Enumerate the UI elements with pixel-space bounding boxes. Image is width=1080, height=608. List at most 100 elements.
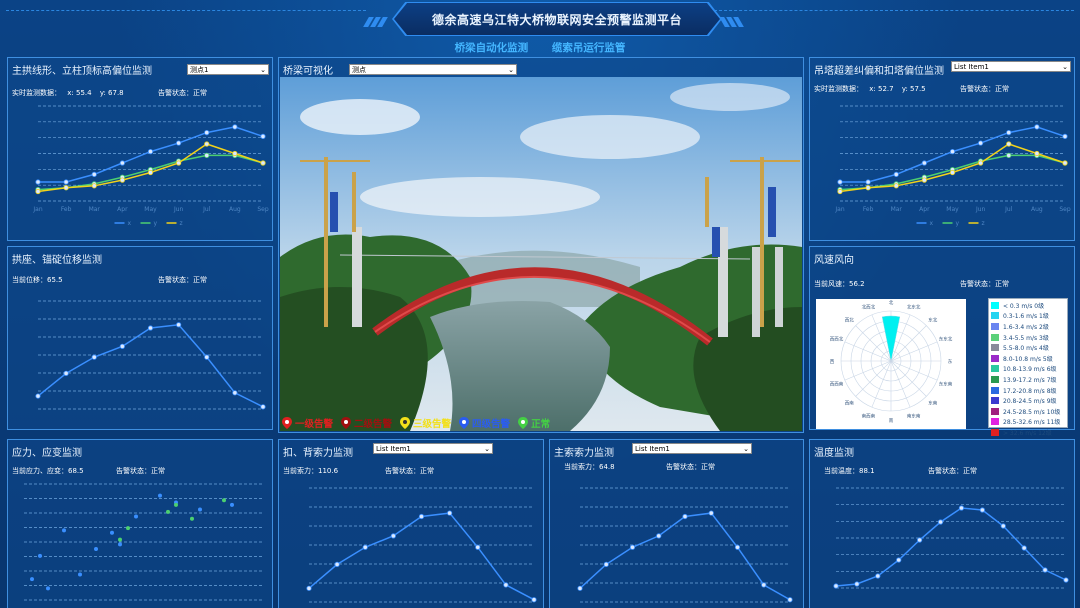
wind-legend-item[interactable]: 10.8-13.9 m/s 6级 [991, 364, 1065, 375]
alarm-status: 告警状态：正常 [666, 462, 715, 472]
data-point [1042, 567, 1048, 573]
current-label: 当前温度： [824, 467, 859, 475]
bridge-3d-view[interactable] [280, 77, 802, 431]
series-line [835, 507, 1067, 587]
select-value: 测点 [352, 66, 366, 74]
panel-backcable: 扣、背索力监测 List Item1 ⌄ 当前索力：110.6 告警状态：正常 [278, 439, 544, 608]
select-value: List Item1 [635, 445, 670, 453]
panel-title: 扣、背索力监测 [283, 448, 353, 459]
alarm-legend: 一级告警 二级告警 三级告警 四级告警 正常 [282, 416, 558, 430]
x-label: x: [67, 89, 74, 97]
direction-label: 东北 [928, 316, 937, 323]
wind-legend-item[interactable]: 28.5-32.6 m/s 11级 [991, 417, 1065, 428]
legend-label: < 0.3 m/s 0级 [1003, 302, 1045, 310]
data-point [949, 169, 956, 176]
scatter-point [78, 572, 82, 577]
wind-legend-item[interactable]: 3.4-5.5 m/s 3级 [991, 332, 1065, 343]
data-point [390, 533, 396, 539]
data-point [837, 179, 843, 185]
data-point [937, 519, 944, 525]
current-label: 当前位移： [12, 276, 47, 284]
data-point [1006, 152, 1012, 159]
legend-label: 1.6-3.4 m/s 2级 [1003, 323, 1049, 331]
current-data: 当前风速：56.2 [814, 279, 865, 289]
scatter-point [46, 586, 50, 591]
data-point [232, 124, 238, 130]
wind-legend-item[interactable]: 13.9-17.2 m/s 7级 [991, 374, 1065, 385]
data-point [232, 150, 238, 157]
realtime-data: 实时监测数据： x: 55.4 y: 67.8 [12, 88, 124, 98]
data-point [306, 585, 312, 591]
chevron-down-icon: ⌄ [1062, 63, 1068, 71]
map-pin-icon [400, 417, 411, 429]
point-select[interactable]: List Item1 ⌄ [632, 443, 752, 454]
x-tick-label: Sep [1059, 206, 1071, 213]
x-tick-label: Jul [202, 206, 211, 213]
scatter-point [118, 542, 122, 547]
header: 德余高速乌江特大桥物联网安全预警监测平台 桥梁自动化监测 缆索吊运行监管 [0, 0, 1080, 56]
alarm-status: 告警状态：正常 [960, 279, 1009, 289]
wind-legend-item[interactable]: 0.3-1.6 m/s 1级 [991, 311, 1065, 322]
data-point [204, 152, 210, 159]
panel-anchor: 拱座、锚碇位移监测 当前位移：65.5 告警状态：正常 [7, 246, 273, 430]
wind-legend-item[interactable]: < 0.3 m/s 0级 [991, 300, 1065, 311]
alarm-status: 告警状态：正常 [158, 88, 207, 98]
alarm-level-4[interactable]: 四级告警 [459, 416, 510, 430]
x-tick-label: Apr [117, 206, 128, 213]
x-tick-label: Jun [173, 206, 184, 213]
decoration-chevrons-left [363, 12, 392, 27]
alarm-label: 告警状态： [928, 467, 963, 475]
legend-swatch [991, 301, 999, 309]
data-point [917, 537, 923, 543]
wind-legend-item[interactable]: 17.2-20.8 m/s 8级 [991, 385, 1065, 396]
tower-line-chart: Jan Feb Mar Apr May Jun Jul Aug Sep x y z [834, 105, 1071, 227]
alarm-normal[interactable]: 正常 [518, 416, 550, 430]
wind-legend-item[interactable]: > 32.6 m/s 12级 [991, 427, 1065, 438]
alarm-value: 正常 [193, 276, 207, 284]
main-nav: 桥梁自动化监测 缆索吊运行监管 [0, 40, 1080, 55]
data-point [91, 171, 97, 178]
current-data: 当前应力、应变：68.5 [12, 466, 84, 476]
data-point [921, 177, 927, 183]
data-point [260, 404, 266, 410]
point-select[interactable]: 测点1 ⌄ [187, 64, 269, 75]
data-point [63, 185, 69, 191]
data-point [204, 354, 210, 360]
nav-cable-crane[interactable]: 缆索吊运行监管 [552, 42, 626, 54]
direction-spoke [890, 360, 927, 397]
y-label: y: [99, 89, 106, 97]
alarm-level-2[interactable]: 二级告警 [341, 416, 392, 430]
legend-label: x [930, 220, 934, 227]
alarm-label: 四级告警 [472, 419, 511, 430]
wind-legend-item[interactable]: 8.0-10.8 m/s 5级 [991, 353, 1065, 364]
wind-legend-item[interactable]: 1.6-3.4 m/s 2级 [991, 321, 1065, 332]
wind-legend-item[interactable]: 20.8-24.5 m/s 9级 [991, 395, 1065, 406]
nav-bridge-monitoring[interactable]: 桥梁自动化监测 [455, 42, 529, 54]
point-select[interactable]: 测点 ⌄ [349, 64, 517, 75]
data-point [176, 160, 182, 166]
legend-label: 20.8-24.5 m/s 9级 [1003, 398, 1057, 406]
panel-visual: 桥梁可视化 测点 ⌄ 一级告警 二级告警 三级告警 四级告警 正常 [278, 57, 804, 433]
point-select[interactable]: List Item1 ⌄ [373, 443, 493, 454]
current-value: 65.5 [47, 276, 63, 284]
data-point [260, 133, 266, 140]
alarm-status: 告警状态：正常 [116, 466, 165, 476]
alarm-value: 正常 [193, 89, 207, 97]
panel-tower: 吊塔超差纠偏和扣塔偏位监测 List Item1 ⌄ 实时监测数据： x: 52.… [809, 57, 1075, 241]
legend-label: 28.5-32.6 m/s 11级 [1003, 419, 1061, 427]
x-tick-label: Mar [89, 206, 101, 213]
data-point [176, 140, 182, 146]
decoration-chevrons-right [719, 12, 748, 27]
alarm-level-3[interactable]: 三级告警 [400, 416, 451, 430]
wind-legend-item[interactable]: 5.5-8.0 m/s 4级 [991, 342, 1065, 353]
alarm-level-1[interactable]: 一级告警 [282, 416, 333, 430]
data-point [682, 513, 688, 520]
legend-label: z [180, 220, 183, 227]
wind-legend-item[interactable]: 24.5-28.5 m/s 10级 [991, 406, 1065, 417]
data-point [978, 160, 984, 166]
data-point [1062, 133, 1068, 140]
point-select[interactable]: List Item1 ⌄ [951, 61, 1071, 72]
current-data: 当前索力：64.8 [564, 462, 615, 472]
realtime-data: 实时监测数据： x: 52.7 y: 57.5 [814, 84, 926, 94]
current-value: 68.5 [68, 467, 84, 475]
